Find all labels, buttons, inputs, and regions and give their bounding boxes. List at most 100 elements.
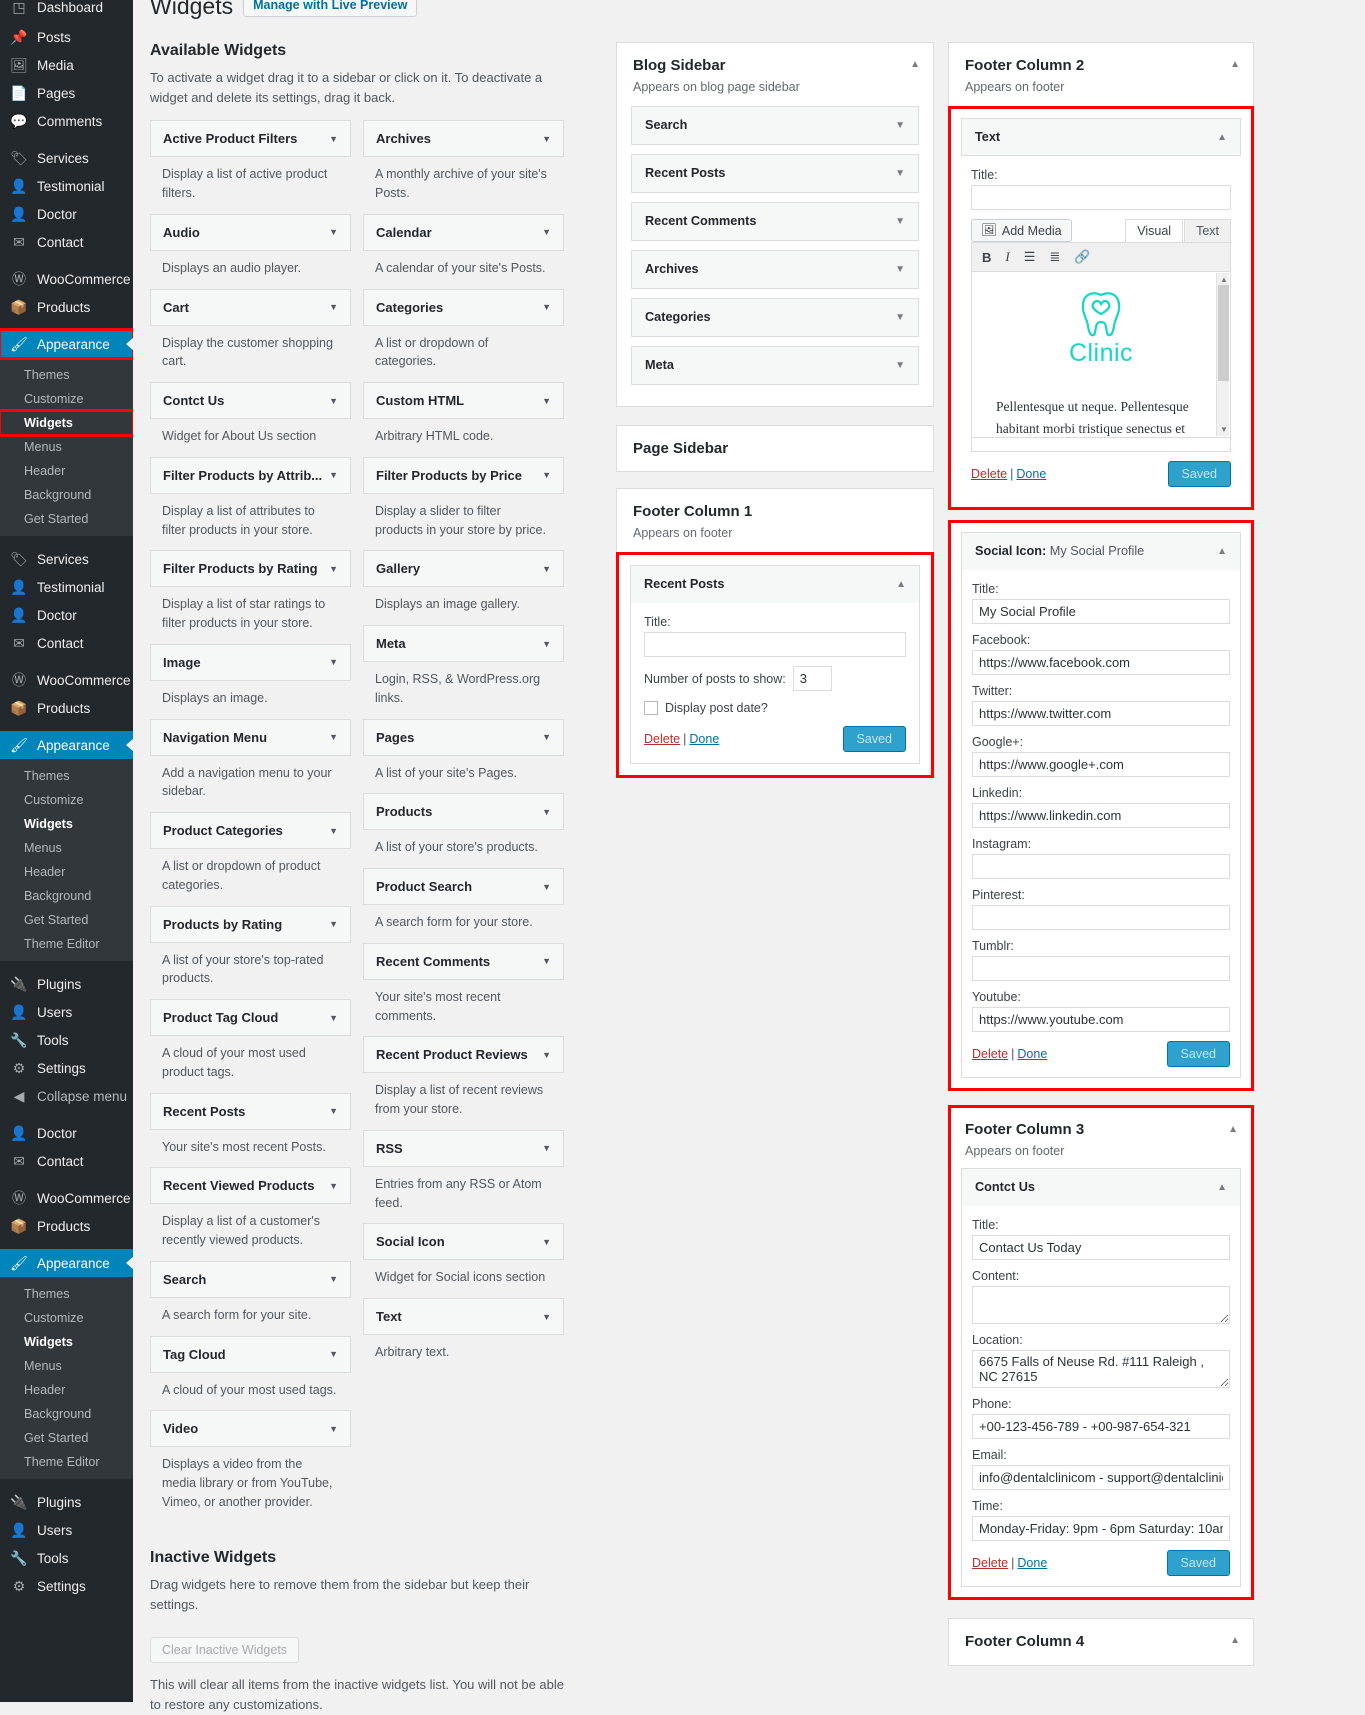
sidebar-widget-item[interactable]: Search ▼: [631, 106, 919, 145]
link-icon[interactable]: 🔗: [1074, 249, 1090, 265]
chevron-down-icon[interactable]: ▼: [542, 396, 551, 406]
social-field-input[interactable]: [972, 599, 1230, 624]
display-post-date-row[interactable]: Display post date?: [644, 701, 906, 715]
chevron-down-icon[interactable]: ▼: [542, 1237, 551, 1247]
sidebar-item-settings[interactable]: ⚙ Settings: [0, 1054, 133, 1082]
available-widget-header[interactable]: RSS ▼: [363, 1129, 564, 1167]
submenu-item-themes[interactable]: Themes: [0, 363, 133, 387]
submenu-item-themes[interactable]: Themes: [0, 1282, 133, 1306]
sidebar-item-plugins-2[interactable]: 🔌 Plugins: [0, 1488, 133, 1516]
available-widget-card[interactable]: Products ▼ A list of your store's products…: [363, 793, 564, 859]
sidebar-item-services-2[interactable]: 🏷 Services: [0, 545, 133, 573]
submenu-item-widgets[interactable]: Widgets: [0, 1330, 133, 1354]
submenu-item-menus[interactable]: Menus: [0, 836, 133, 860]
chevron-down-icon[interactable]: ▼: [329, 1106, 338, 1116]
sidebar-item-settings-2[interactable]: ⚙ Settings: [0, 1572, 133, 1600]
available-widget-header[interactable]: Active Product Filters ▼: [150, 120, 351, 158]
sidebar-item-appearance-3[interactable]: 🖌 Appearance: [0, 1249, 133, 1277]
social-field-input[interactable]: [972, 701, 1230, 726]
submenu-item-customize[interactable]: Customize: [0, 788, 133, 812]
chevron-down-icon[interactable]: ▼: [895, 168, 905, 179]
numbered-list-icon[interactable]: ≣: [1049, 249, 1060, 265]
available-widget-header[interactable]: Social Icon ▼: [363, 1223, 564, 1261]
sidebar-item-media[interactable]: 🖼 Media: [0, 51, 133, 79]
sidebar-item-woocommerce-3[interactable]: Ⓦ WooCommerce: [0, 1184, 133, 1212]
sidebar-item-pages[interactable]: 📄 Pages: [0, 79, 133, 107]
title-input[interactable]: [972, 1235, 1230, 1260]
save-button[interactable]: Saved: [1167, 461, 1231, 487]
available-widget-header[interactable]: Custom HTML ▼: [363, 382, 564, 420]
editor-scrollbar[interactable]: ▲ ▼: [1216, 273, 1229, 436]
time-input[interactable]: [972, 1516, 1230, 1541]
contct-us-widget-header[interactable]: Contct Us ▲: [962, 1169, 1240, 1206]
sidebar-item-services[interactable]: 🏷 Services: [0, 144, 133, 172]
available-widget-card[interactable]: Filter Products by Price ▼ Display a slide…: [363, 456, 564, 542]
available-widget-card[interactable]: Image ▼ Displays an image.: [150, 643, 351, 710]
sidebar-item-appearance-2[interactable]: 🖌 Appearance: [0, 731, 133, 759]
sidebar-item-doctor-2[interactable]: 👤 Doctor: [0, 601, 133, 629]
submenu-item-background[interactable]: Background: [0, 884, 133, 908]
available-widget-header[interactable]: Categories ▼: [363, 288, 564, 326]
chevron-down-icon[interactable]: ▼: [329, 732, 338, 742]
available-widget-card[interactable]: Recent Product Reviews ▼ Display a list of…: [363, 1036, 564, 1121]
chevron-down-icon[interactable]: ▼: [329, 826, 338, 836]
chevron-down-icon[interactable]: ▼: [895, 360, 905, 371]
available-widget-header[interactable]: Filter Products by Rating ▼: [150, 550, 351, 588]
chevron-up-icon[interactable]: ▲: [896, 579, 906, 590]
display-post-date-checkbox[interactable]: [644, 701, 658, 715]
save-button[interactable]: Saved: [1166, 1550, 1230, 1576]
text-widget-header[interactable]: Text ▲: [961, 118, 1241, 156]
available-widget-header[interactable]: Product Tag Cloud ▼: [150, 999, 351, 1037]
social-field-input[interactable]: [972, 752, 1230, 777]
sidebar-item-plugins[interactable]: 🔌 Plugins: [0, 970, 133, 998]
submenu-item-themes[interactable]: Themes: [0, 764, 133, 788]
available-widget-header[interactable]: Archives ▼: [363, 120, 564, 158]
sidebar-item-contact[interactable]: ✉ Contact: [0, 228, 133, 256]
available-widget-card[interactable]: Categories ▼ A list or dropdown of categor…: [363, 288, 564, 374]
available-widget-header[interactable]: Pages ▼: [363, 718, 564, 756]
sidebar-item-products[interactable]: 📦 Products: [0, 293, 133, 321]
sidebar-widget-item[interactable]: Recent Posts ▼: [631, 154, 919, 193]
tab-visual[interactable]: Visual: [1125, 219, 1184, 242]
footer-column-3-header[interactable]: Footer Column 3 Appears on footer ▲: [951, 1108, 1251, 1168]
available-widget-header[interactable]: Navigation Menu ▼: [150, 718, 351, 756]
chevron-down-icon[interactable]: ▼: [542, 807, 551, 817]
available-widget-header[interactable]: Image ▼: [150, 643, 351, 681]
title-input[interactable]: [644, 632, 906, 657]
social-icon-widget-header[interactable]: Social Icon: My Social Profile ▲: [962, 533, 1240, 570]
social-field-input[interactable]: [972, 650, 1230, 675]
sidebar-item-posts[interactable]: 📌 Posts: [0, 23, 133, 51]
title-input[interactable]: [971, 185, 1231, 210]
footer-column-4-header[interactable]: Footer Column 4 ▲: [949, 1619, 1253, 1665]
chevron-down-icon[interactable]: ▼: [329, 1274, 338, 1284]
sidebar-item-contact-2[interactable]: ✉ Contact: [0, 629, 133, 657]
page-sidebar-header[interactable]: Page Sidebar: [617, 426, 933, 471]
sidebar-item-comments[interactable]: 💬 Comments: [0, 107, 133, 135]
recent-posts-widget-header[interactable]: Recent Posts ▲: [631, 566, 919, 603]
available-widget-header[interactable]: Product Search ▼: [363, 868, 564, 906]
add-media-button[interactable]: 🖼 Add Media: [971, 219, 1072, 242]
available-widget-header[interactable]: Filter Products by Price ▼: [363, 456, 564, 494]
sidebar-widget-header[interactable]: Meta ▼: [632, 347, 918, 384]
submenu-item-background[interactable]: Background: [0, 483, 133, 507]
sidebar-widget-header[interactable]: Recent Comments ▼: [632, 203, 918, 240]
chevron-down-icon[interactable]: ▼: [329, 227, 338, 237]
available-widget-header[interactable]: Tag Cloud ▼: [150, 1335, 351, 1373]
available-widget-card[interactable]: Calendar ▼ A calendar of your site's Posts…: [363, 213, 564, 280]
available-widget-header[interactable]: Calendar ▼: [363, 213, 564, 251]
available-widget-card[interactable]: Recent Posts ▼ Your site's most recent Pos…: [150, 1092, 351, 1159]
number-of-posts-input[interactable]: [792, 666, 832, 691]
available-widget-header[interactable]: Text ▼: [363, 1298, 564, 1336]
chevron-down-icon[interactable]: ▼: [542, 564, 551, 574]
submenu-item-header[interactable]: Header: [0, 1378, 133, 1402]
chevron-down-icon[interactable]: ▼: [542, 1143, 551, 1153]
italic-icon[interactable]: I: [1005, 249, 1009, 265]
available-widget-card[interactable]: Active Product Filters ▼ Display a list of…: [150, 120, 351, 205]
submenu-item-background[interactable]: Background: [0, 1402, 133, 1426]
available-widget-card[interactable]: Product Tag Cloud ▼ A cloud of your most u…: [150, 999, 351, 1084]
available-widget-card[interactable]: Product Search ▼ A search form for your st…: [363, 868, 564, 934]
chevron-down-icon[interactable]: ▼: [895, 120, 905, 131]
available-widget-card[interactable]: Contct Us ▼ Widget for About Us section: [150, 382, 351, 448]
available-widget-card[interactable]: Social Icon ▼ Widget for Social icons sect…: [363, 1223, 564, 1289]
blog-sidebar-header[interactable]: Blog Sidebar Appears on blog page sideba…: [617, 43, 933, 106]
